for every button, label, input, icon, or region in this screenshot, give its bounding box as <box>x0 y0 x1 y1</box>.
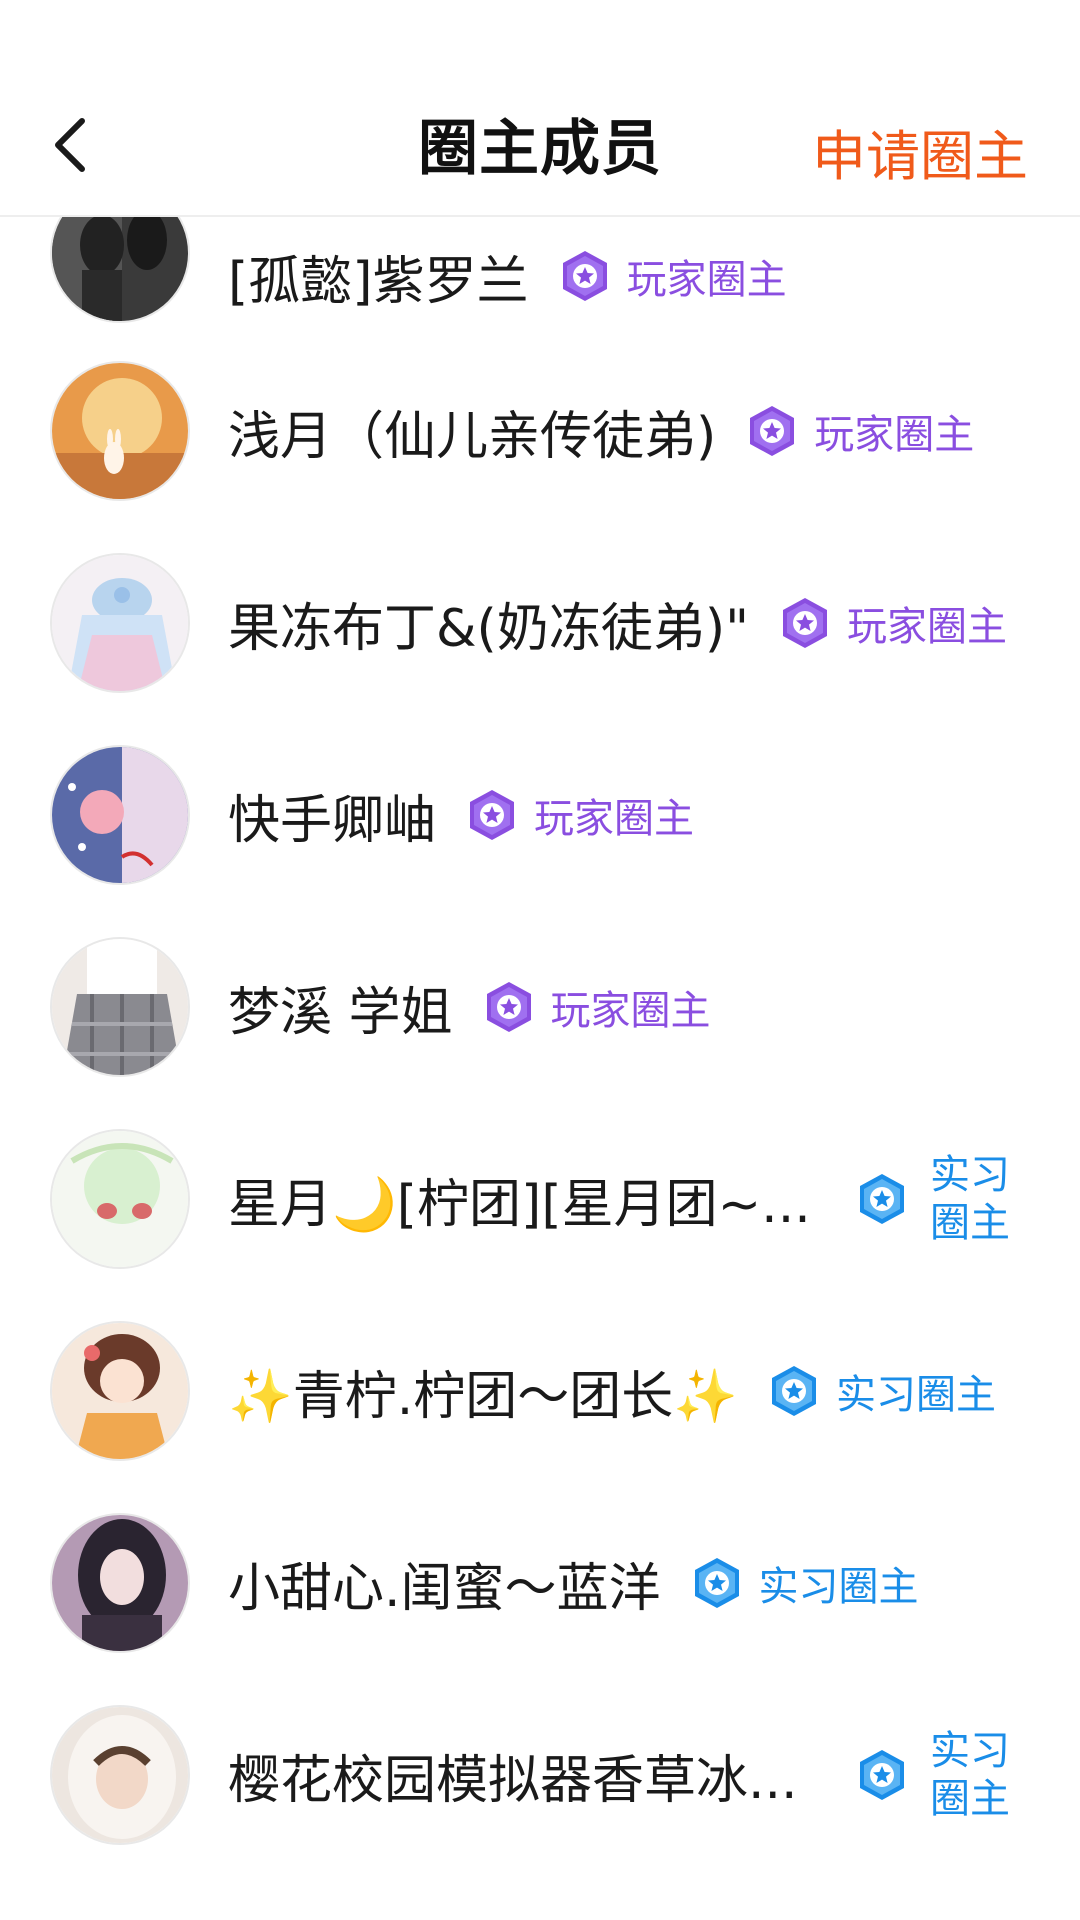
owner-badge: 玩家圈主 <box>777 594 1007 652</box>
badge-label: 实习圈主 <box>930 1728 1010 1822</box>
owner-badge: 玩家圈主 <box>557 247 787 305</box>
purple-star-badge-icon <box>562 251 607 301</box>
badge-label: 玩家圈主 <box>550 988 711 1034</box>
purple-star-badge-icon <box>486 982 531 1032</box>
purple-star-badge-icon <box>750 406 795 456</box>
list-item[interactable]: 星月🌙[柠团][星月团~... 实习圈主 <box>0 1103 1080 1295</box>
owner-badge: 玩家圈主 <box>464 786 694 844</box>
badge-label: 实习圈主 <box>758 1564 919 1610</box>
purple-star-badge-icon <box>470 790 515 840</box>
blue-star-badge-icon <box>860 1750 904 1800</box>
blue-star-badge-icon <box>860 1174 904 1224</box>
list-item[interactable]: ✨青柠.柠团～团长✨ 实习圈主 <box>0 1295 1080 1487</box>
blue-star-badge-icon <box>694 1558 739 1608</box>
member-name: ✨青柠.柠团～团长✨ <box>228 1366 739 1427</box>
avatar <box>50 937 190 1077</box>
list-item[interactable]: 梦溪 学姐 玩家圈主 <box>0 911 1080 1103</box>
member-name: 果冻布丁&(奶冻徒弟)" <box>228 598 750 659</box>
list-item[interactable]: 小甜心.闺蜜～蓝洋 实习圈主 <box>0 1487 1080 1679</box>
owner-badge: 实习圈主 <box>854 1727 1016 1823</box>
avatar <box>50 361 190 501</box>
avatar <box>50 1513 190 1653</box>
member-list: [孤懿]紫罗兰 玩家圈主 浅月（仙儿亲传徒弟) 玩家圈主 果冻布丁&(奶冻徒弟)… <box>0 183 1080 1871</box>
owner-badge: 玩家圈主 <box>744 402 974 460</box>
avatar <box>50 1321 190 1461</box>
owner-badge: 实习圈主 <box>689 1554 919 1612</box>
list-item[interactable]: 果冻布丁&(奶冻徒弟)" 玩家圈主 <box>0 527 1080 719</box>
badge-label: 玩家圈主 <box>534 796 695 842</box>
apply-owner-button[interactable]: 申请圈主 <box>812 112 1028 191</box>
badge-label: 玩家圈主 <box>847 604 1008 650</box>
badge-label: 实习圈主 <box>930 1152 1010 1246</box>
list-item[interactable]: [孤懿]紫罗兰 玩家圈主 <box>0 183 1080 335</box>
member-name: 樱花校园模拟器香草冰... <box>228 1750 798 1811</box>
avatar <box>50 553 190 693</box>
blue-star-badge-icon <box>772 1366 817 1416</box>
list-item[interactable]: 樱花校园模拟器香草冰... 实习圈主 <box>0 1679 1080 1871</box>
member-name: 梦溪 学姐 <box>228 982 453 1043</box>
owner-badge: 玩家圈主 <box>481 978 711 1036</box>
list-item[interactable]: 快手卿岫 玩家圈主 <box>0 719 1080 911</box>
member-name: [孤懿]紫罗兰 <box>228 251 529 312</box>
avatar <box>50 1705 190 1845</box>
top-bar: 圈主成员 申请圈主 <box>0 0 1080 217</box>
member-name: 小甜心.闺蜜～蓝洋 <box>228 1558 661 1619</box>
owner-badge: 实习圈主 <box>854 1151 1016 1247</box>
member-name: 浅月（仙儿亲传徒弟) <box>228 406 717 467</box>
avatar <box>50 745 190 885</box>
owner-badge: 实习圈主 <box>766 1362 996 1420</box>
badge-label: 实习圈主 <box>836 1372 997 1418</box>
member-name: 星月🌙[柠团][星月团~... <box>228 1174 811 1235</box>
badge-label: 玩家圈主 <box>814 412 975 458</box>
list-item[interactable]: 浅月（仙儿亲传徒弟) 玩家圈主 <box>0 335 1080 527</box>
badge-label: 玩家圈主 <box>626 257 787 303</box>
member-name: 快手卿岫 <box>228 790 437 851</box>
avatar <box>50 1129 190 1269</box>
purple-star-badge-icon <box>783 598 828 648</box>
